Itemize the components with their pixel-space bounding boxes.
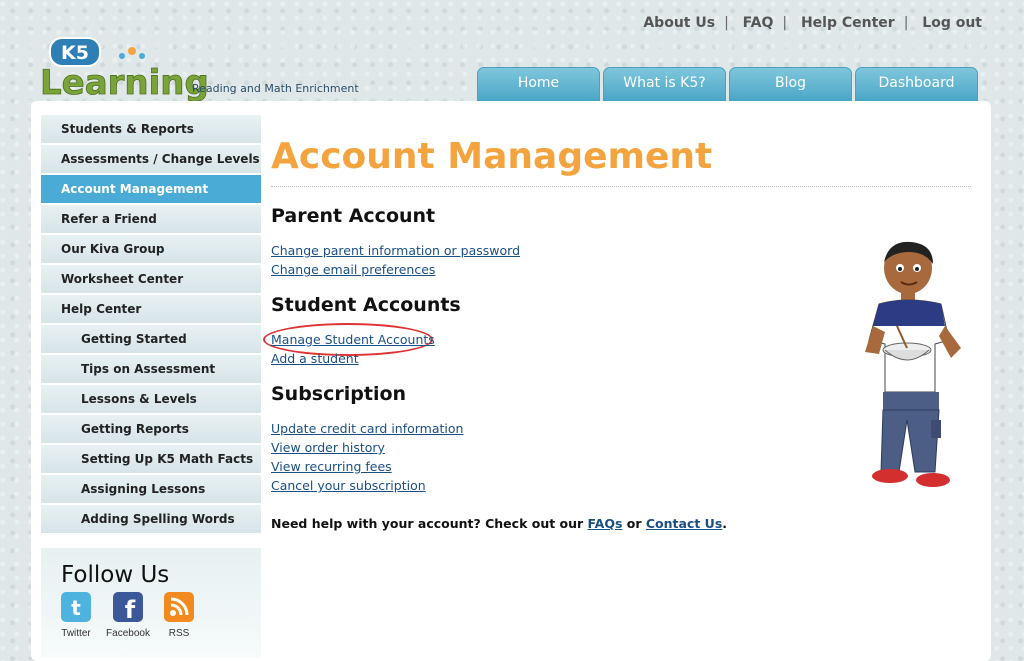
contact-us-link[interactable]: Contact Us xyxy=(646,516,722,531)
sidebar: Students & Reports Assessments / Change … xyxy=(41,115,261,535)
svg-text:t: t xyxy=(71,596,81,620)
sidebar-item-kiva-group[interactable]: Our Kiva Group xyxy=(41,235,261,263)
rss-link[interactable]: RSS xyxy=(154,592,204,639)
page-title: Account Management xyxy=(271,136,713,177)
follow-us-box: Follow Us t Twitter f Facebook RSS xyxy=(41,548,261,658)
svg-text:K5: K5 xyxy=(61,42,89,64)
tab-what-is-k5[interactable]: What is K5? xyxy=(603,67,726,102)
log-out-link[interactable]: Log out xyxy=(922,15,982,31)
sidebar-item-tips-assessment[interactable]: Tips on Assessment xyxy=(41,355,261,383)
section-heading-parent: Parent Account xyxy=(271,205,436,227)
sidebar-item-worksheet-center[interactable]: Worksheet Center xyxy=(41,265,261,293)
twitter-label: Twitter xyxy=(61,628,91,639)
sidebar-item-assigning-lessons[interactable]: Assigning Lessons xyxy=(41,475,261,503)
tab-dashboard[interactable]: Dashboard xyxy=(855,67,978,102)
sidebar-item-account-management[interactable]: Account Management xyxy=(41,175,261,203)
svg-text:f: f xyxy=(125,596,136,622)
facebook-icon: f xyxy=(113,592,143,624)
tagline: Reading and Math Enrichment xyxy=(192,82,359,95)
faqs-link[interactable]: FAQs xyxy=(588,516,623,531)
tab-blog[interactable]: Blog xyxy=(729,67,852,102)
sidebar-item-assessments[interactable]: Assessments / Change Levels xyxy=(41,145,261,173)
view-order-history-link[interactable]: View order history xyxy=(271,440,385,455)
change-parent-info-link[interactable]: Change parent information or password xyxy=(271,243,520,258)
facebook-link[interactable]: f Facebook xyxy=(103,592,153,639)
twitter-link[interactable]: t Twitter xyxy=(51,592,101,639)
sidebar-item-refer-friend[interactable]: Refer a Friend xyxy=(41,205,261,233)
section-heading-subscription: Subscription xyxy=(271,383,407,405)
facebook-label: Facebook xyxy=(106,628,150,639)
view-recurring-fees-link[interactable]: View recurring fees xyxy=(271,459,392,474)
section-heading-students: Student Accounts xyxy=(271,294,461,316)
faq-link[interactable]: FAQ xyxy=(743,15,774,31)
sidebar-item-math-facts[interactable]: Setting Up K5 Math Facts xyxy=(41,445,261,473)
cancel-subscription-link[interactable]: Cancel your subscription xyxy=(271,478,426,493)
sidebar-item-getting-started[interactable]: Getting Started xyxy=(41,325,261,353)
sidebar-item-lessons-levels[interactable]: Lessons & Levels xyxy=(41,385,261,413)
svg-text:Learning: Learning xyxy=(40,63,209,102)
twitter-icon: t xyxy=(61,592,91,622)
rss-label: RSS xyxy=(168,628,190,639)
help-center-link[interactable]: Help Center xyxy=(801,15,895,31)
change-email-prefs-link[interactable]: Change email preferences xyxy=(271,262,435,277)
sidebar-item-students-reports[interactable]: Students & Reports xyxy=(41,115,261,143)
main-nav: Home What is K5? Blog Dashboard xyxy=(477,67,978,102)
rss-icon xyxy=(164,592,194,622)
update-credit-card-link[interactable]: Update credit card information xyxy=(271,421,463,436)
manage-student-accounts-link[interactable]: Manage Student Accounts xyxy=(271,332,435,347)
follow-us-title: Follow Us xyxy=(61,562,170,588)
sidebar-item-getting-reports[interactable]: Getting Reports xyxy=(41,415,261,443)
top-links: About Us | FAQ | Help Center | Log out xyxy=(643,15,982,31)
boy-mascot-illustration xyxy=(865,241,961,487)
title-divider xyxy=(271,186,971,187)
help-text: Need help with your account? Check out o… xyxy=(271,516,728,531)
tab-home[interactable]: Home xyxy=(477,67,600,102)
about-us-link[interactable]: About Us xyxy=(643,15,715,31)
sidebar-item-spelling-words[interactable]: Adding Spelling Words xyxy=(41,505,261,533)
add-student-link[interactable]: Add a student xyxy=(271,351,359,366)
sidebar-item-help-center[interactable]: Help Center xyxy=(41,295,261,323)
